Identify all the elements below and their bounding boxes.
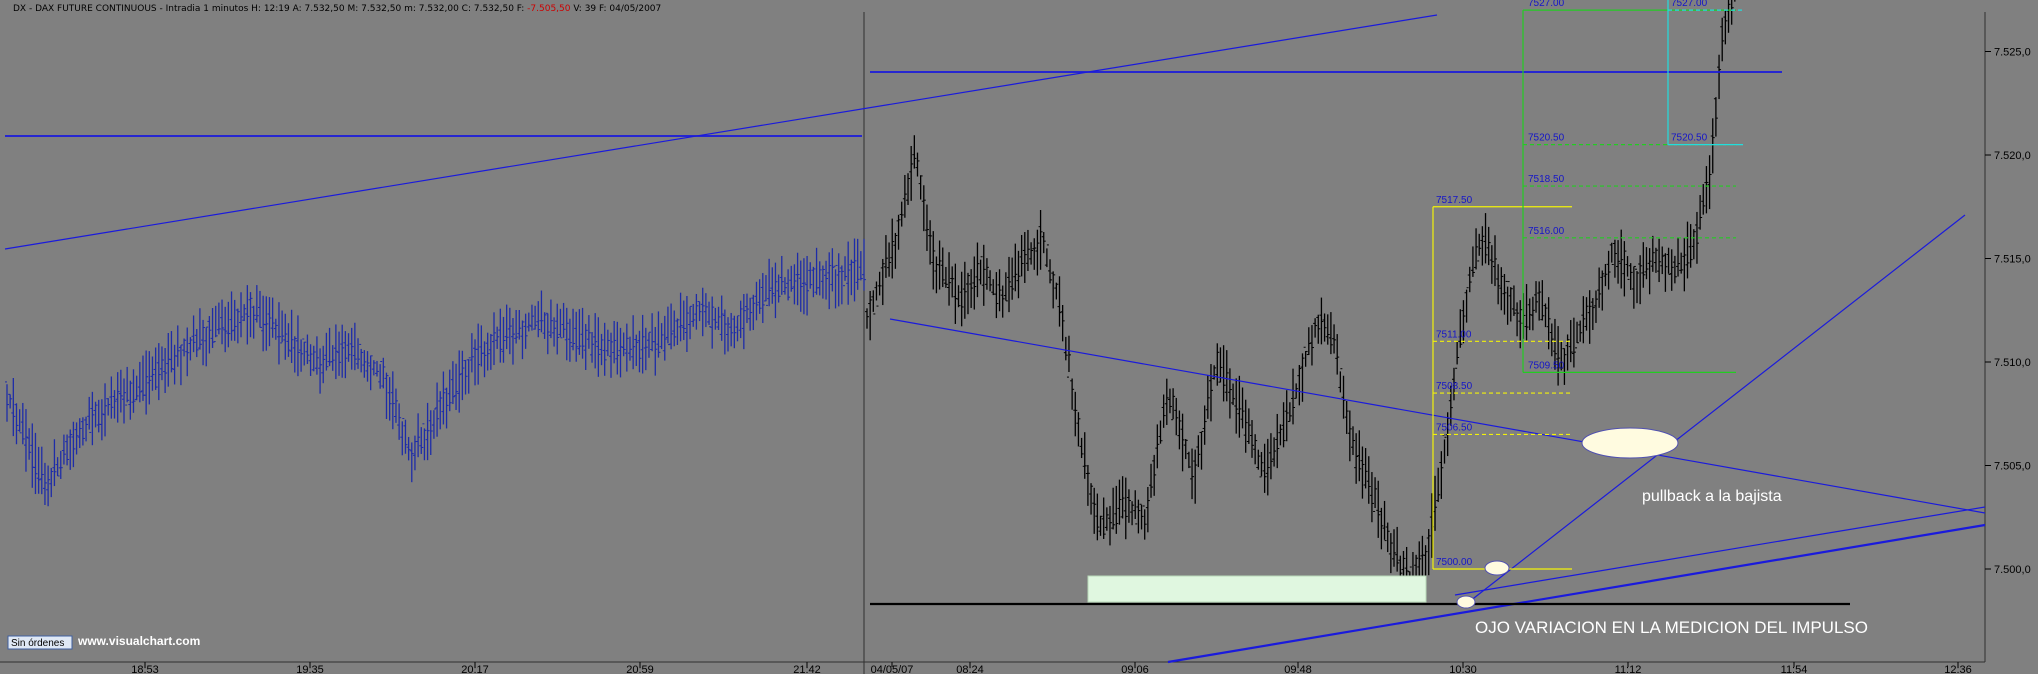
time-tick-label: 12:36 (1944, 664, 1972, 674)
trendline-ascending[interactable] (1464, 214, 1966, 606)
header-field-key: A: (290, 4, 305, 14)
time-tick-label: 11:54 (1781, 664, 1808, 674)
chart-window: 7.500,0 7.505,0 7.510,0 7.515,0 7.520,0 7.525… (0, 0, 2038, 674)
fib-yellow-label: 7517.50 (1436, 195, 1473, 206)
fib-green-label: 7527.00 (1528, 0, 1565, 9)
low-marker-ellipse[interactable] (1484, 560, 1510, 576)
price-tick-label: 7.510,0 (1994, 357, 2031, 369)
status-label: Sin órdenes (11, 638, 64, 649)
price-tick-label: 7.505,0 (1994, 461, 2031, 473)
fib-yellow-label: 7500.00 (1436, 557, 1473, 568)
annotation-pullback: pullback a la bajista (1642, 488, 1782, 505)
price-tick-label: 7.525,0 (1994, 47, 2031, 59)
time-tick-label: 10:30 (1449, 664, 1477, 674)
header-field-key: m: (401, 4, 419, 14)
header-field-value: 7.532,50 (361, 4, 401, 14)
header-field-value: -7.505,50 (527, 4, 571, 14)
time-tick-label: 20:17 (461, 664, 489, 674)
header-field-key: H: (248, 4, 264, 14)
annotation-impulse: OJO VARIACION EN LA MEDICION DEL IMPULSO (1475, 618, 1868, 637)
price-tick-label: 7.520,0 (1994, 150, 2031, 162)
header-field-value: 39 (585, 4, 597, 14)
time-tick-label: 04/05/07 (871, 664, 914, 674)
fib-yellow-label: 7511.00 (1436, 329, 1472, 340)
pullback-ellipse[interactable] (1581, 427, 1679, 459)
time-tick-label: 09:06 (1121, 664, 1149, 674)
fib-green-label: 7518.50 (1528, 174, 1565, 185)
header-field-value: 7.532,00 (419, 4, 459, 14)
header-field-key: M: (345, 4, 362, 14)
time-tick-label: 21:42 (793, 664, 821, 674)
watermark: www.visualchart.com (77, 634, 200, 648)
price-chart[interactable]: 7.500,0 7.505,0 7.510,0 7.515,0 7.520,0 7.525… (0, 0, 2038, 674)
header-field-value: 12:19 (264, 4, 290, 14)
fib-green-label: 7509.50 (1528, 360, 1565, 371)
header-field-value: 7.532,50 (305, 4, 345, 14)
time-tick-label: 09:48 (1284, 664, 1312, 674)
price-tick-label: 7.515,0 (1994, 254, 2031, 266)
header-title: DX - DAX FUTURE CONTINUOUS - Intradia 1 … (13, 4, 249, 14)
header-field-key: F: (596, 4, 609, 14)
time-tick-label: 19:35 (296, 664, 324, 674)
price-tick-label: 7.500,0 (1994, 564, 2031, 576)
chart-header: DX - DAX FUTURE CONTINUOUS - Intradia 1 … (13, 4, 661, 14)
time-tick-label: 18:53 (131, 664, 159, 674)
time-tick-label: 20:59 (626, 664, 654, 674)
low-marker-ellipse-small[interactable] (1456, 595, 1476, 609)
trendline-descending[interactable] (889, 318, 1986, 514)
header-field-key: C: (459, 4, 474, 14)
header-field-key: V: (571, 4, 585, 14)
support-zone-box[interactable] (1087, 575, 1427, 603)
fib-cyan-label: 7527.00 (1671, 0, 1708, 9)
fib-green-label: 7516.00 (1528, 226, 1565, 237)
time-tick-label: 08:24 (956, 664, 984, 674)
header-field-key: F: (514, 4, 527, 14)
fib-yellow-label: 7506.50 (1436, 422, 1473, 433)
time-tick-label: 11:12 (1615, 664, 1642, 674)
header-field-value: 04/05/2007 (609, 4, 661, 14)
trendline-upper-channel[interactable] (4, 14, 1438, 250)
header-field-value: 7.532,50 (474, 4, 514, 14)
fib-green-label: 7520.50 (1528, 133, 1565, 144)
fib-yellow-label: 7508.50 (1436, 381, 1473, 392)
fib-cyan-label: 7520.50 (1671, 133, 1708, 144)
